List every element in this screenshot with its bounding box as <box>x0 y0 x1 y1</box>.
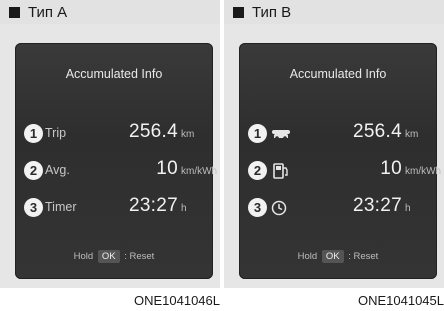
car-trip-icon <box>272 130 290 140</box>
row-unit: km <box>181 129 195 140</box>
row-unit: h <box>181 203 187 214</box>
variant-title: Тип A <box>28 3 68 21</box>
cluster-screen: Accumulated Info 1 Trip 256.4 km 2 Avg. … <box>15 43 217 279</box>
trip-row: 1 256.4 km <box>239 120 437 148</box>
hold-text: Hold <box>73 251 94 262</box>
hold-reset-hint: Hold OK : Reset <box>15 250 213 263</box>
number-badge: 1 <box>24 124 43 143</box>
hold-reset-hint: Hold OK : Reset <box>239 250 437 263</box>
trip-row: 1 Trip 256.4 km <box>15 120 213 148</box>
row-label: Avg. <box>45 163 70 177</box>
figure-code: ONE1041045L <box>357 293 444 308</box>
row-label: Trip <box>45 126 67 140</box>
row-unit: km/kWh <box>181 166 218 177</box>
figure-code: ONE1041046L <box>133 293 220 308</box>
row-unit: km/kWh <box>405 166 442 177</box>
row-value: 10 <box>156 158 178 179</box>
row-unit: km <box>405 129 419 140</box>
row-value: 10 <box>380 158 402 179</box>
clock-icon <box>271 200 287 216</box>
reset-text: : Reset <box>124 251 155 262</box>
row-value: 256.4 <box>128 121 178 142</box>
ok-key: OK <box>97 250 120 263</box>
timer-row: 3 Timer 23:27 h <box>15 194 213 222</box>
row-value: 23:27 <box>128 195 178 216</box>
ok-key: OK <box>321 250 344 263</box>
panel-type-a: Тип A Accumulated Info 1 Trip 256.4 km 2… <box>0 0 220 311</box>
cluster-screen: Accumulated Info 1 256.4 km 2 10 km/kWh <box>239 43 441 279</box>
row-value: 23:27 <box>352 195 402 216</box>
row-label: Timer <box>45 200 77 214</box>
reset-text: : Reset <box>348 251 379 262</box>
hold-text: Hold <box>297 251 318 262</box>
row-unit: h <box>405 203 411 214</box>
number-badge: 2 <box>248 161 267 180</box>
screen-title: Accumulated Info <box>65 67 163 81</box>
number-badge: 1 <box>248 124 267 143</box>
avg-row: 2 10 km/kWh <box>239 157 441 185</box>
fuel-pump-icon <box>273 163 288 179</box>
row-value: 256.4 <box>352 121 402 142</box>
variant-header: Тип B <box>224 0 444 24</box>
screen-title: Accumulated Info <box>289 67 387 81</box>
number-badge: 3 <box>24 198 43 217</box>
number-badge: 2 <box>24 161 43 180</box>
variant-header: Тип A <box>0 0 220 24</box>
avg-row: 2 Avg. 10 km/kWh <box>15 157 217 185</box>
variant-title: Тип B <box>252 3 292 21</box>
timer-row: 3 23:27 h <box>239 194 437 222</box>
square-bullet-icon <box>233 6 244 18</box>
panel-type-b: Тип B Accumulated Info 1 256.4 km 2 10 k… <box>224 0 444 311</box>
number-badge: 3 <box>248 198 267 217</box>
square-bullet-icon <box>9 6 20 18</box>
